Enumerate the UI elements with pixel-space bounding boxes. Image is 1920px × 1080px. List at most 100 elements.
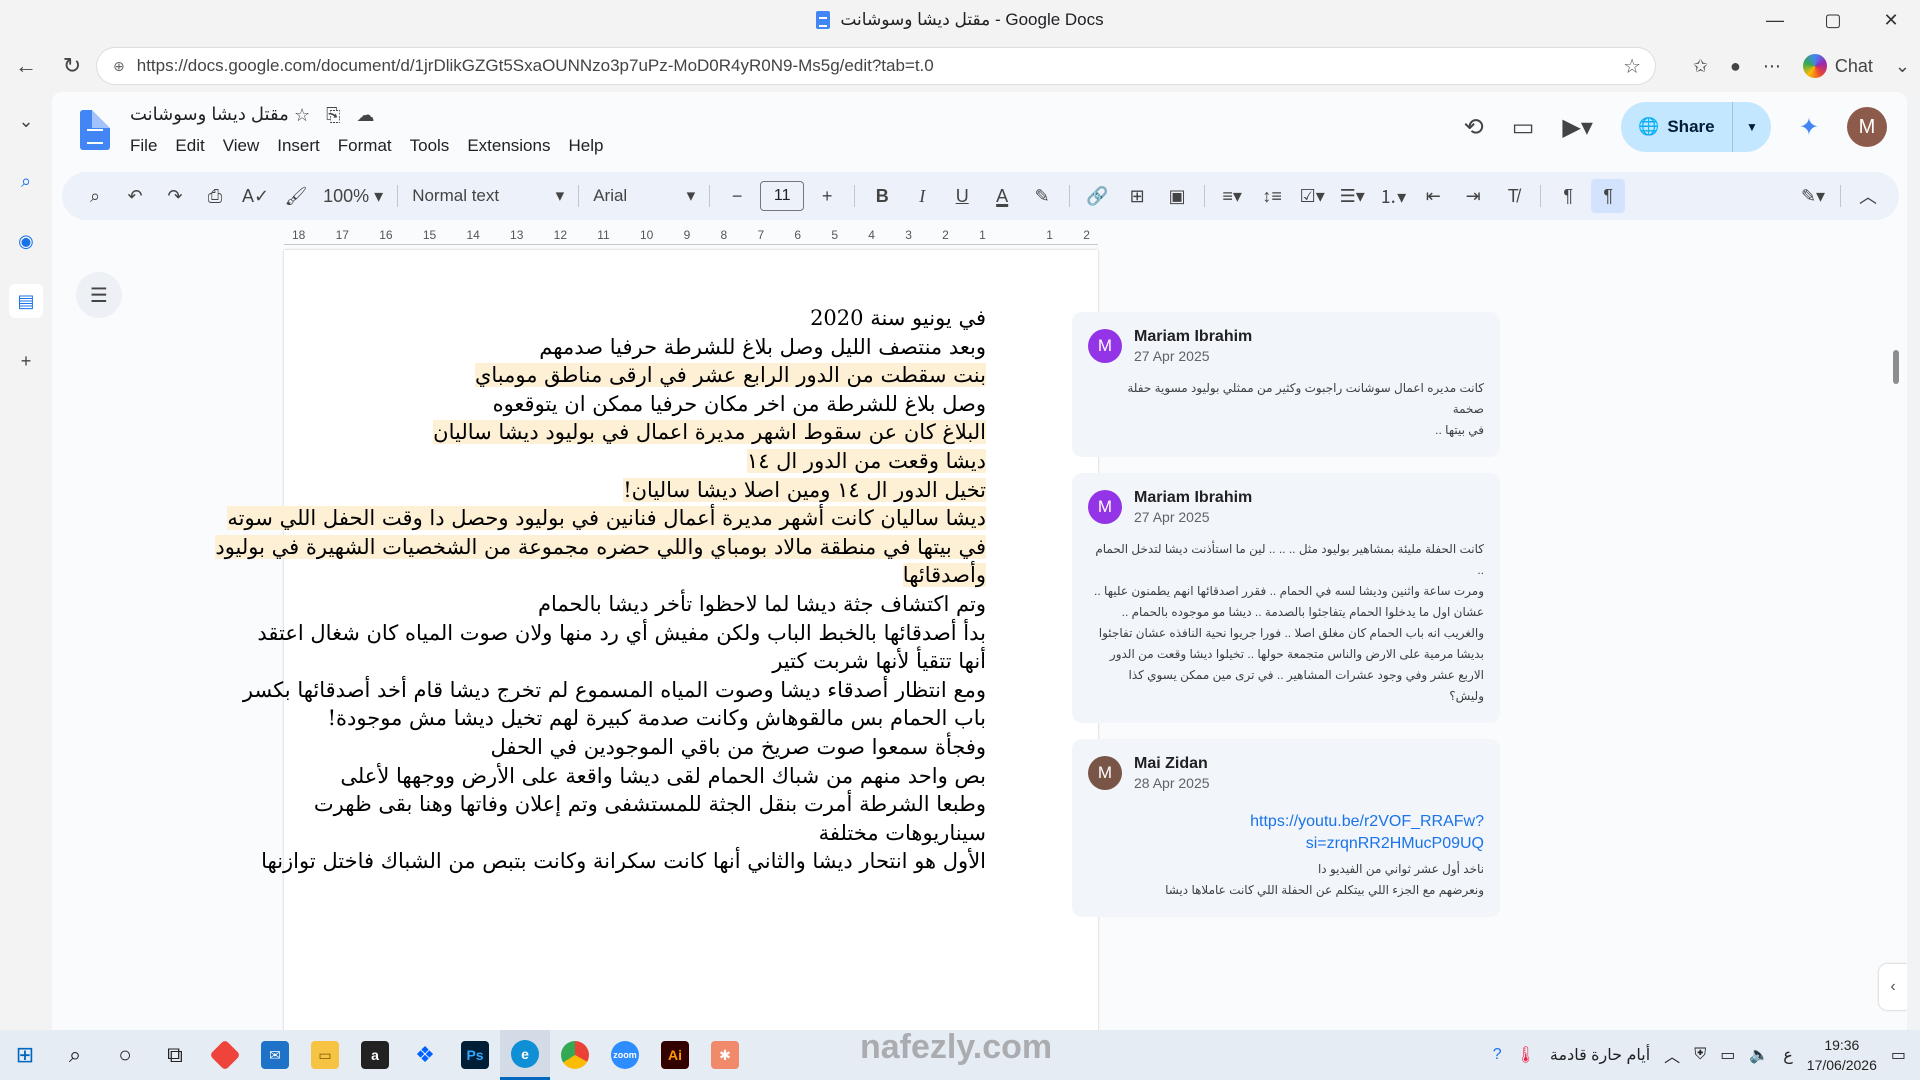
- cortana-icon[interactable]: ○: [100, 1030, 150, 1080]
- document-line[interactable]: وأصدقائها: [346, 561, 986, 590]
- history-icon[interactable]: ⟲: [1464, 113, 1484, 142]
- zoom-icon[interactable]: zoom: [600, 1030, 650, 1080]
- docs-logo-icon[interactable]: [80, 110, 110, 150]
- document-line[interactable]: باب الحمام بس مالقوهاش وكانت صدمة كبيرة …: [328, 704, 986, 733]
- comment-card[interactable]: M Mariam Ibrahim 27 Apr 2025 كانت مديره اعم…: [1072, 312, 1500, 457]
- comment-card[interactable]: M Mai Zidan 28 Apr 2025 https://youtu.be/r2…: [1072, 739, 1500, 917]
- spellcheck-icon[interactable]: A✓: [238, 179, 273, 213]
- font-select[interactable]: Arial ▾: [589, 179, 699, 213]
- document-line[interactable]: البلاغ كان عن سقوط اشهر مديرة اعمال في ب…: [346, 418, 986, 447]
- more-options-icon[interactable]: ⋯: [1763, 56, 1781, 77]
- language-indicator[interactable]: ع: [1783, 1045, 1793, 1065]
- document-page[interactable]: في يونيو سنة 2020 وبعد منتصف الليل وصل بل…: [215, 250, 1098, 1030]
- document-line[interactable]: أنها تتقيأ لأنها شربت كتير: [346, 647, 986, 676]
- document-line[interactable]: بنت سقطت من الدور الرابع عشر في ارقى منا…: [346, 361, 986, 390]
- comment-card[interactable]: M Mariam Ibrahim 27 Apr 2025 كانت الحفلة مل…: [1072, 473, 1500, 723]
- align-icon[interactable]: ≡▾: [1215, 179, 1249, 213]
- document-line[interactable]: وصل بلاغ للشرطة من اخر مكان حرفيا ممكن ا…: [346, 390, 986, 419]
- search-menus-icon[interactable]: ⌕: [78, 179, 112, 213]
- file-explorer-icon[interactable]: ▭: [300, 1030, 350, 1080]
- add-icon[interactable]: +: [9, 344, 43, 378]
- document-line[interactable]: وفجأة سمعوا صوت صريخ من باقي الموجودين ف…: [346, 733, 986, 762]
- site-info-icon[interactable]: ⊕: [113, 58, 125, 75]
- menu-format[interactable]: Format: [338, 136, 392, 156]
- redo-icon[interactable]: ↷: [158, 179, 192, 213]
- undo-icon[interactable]: ↶: [118, 179, 152, 213]
- document-line[interactable]: تخيل الدور ال ١٤ ومين اصلا ديشا ساليان!: [346, 476, 986, 505]
- docs-side-icon[interactable]: ▤: [9, 284, 43, 318]
- collapse-toolbar-icon[interactable]: ︿: [1851, 179, 1885, 213]
- anydesk-icon[interactable]: [200, 1030, 250, 1080]
- highlight-icon[interactable]: ✎: [1025, 179, 1059, 213]
- menu-insert[interactable]: Insert: [277, 136, 320, 156]
- menu-edit[interactable]: Edit: [175, 136, 204, 156]
- reload-button[interactable]: ↻: [52, 46, 92, 86]
- favorites-icon[interactable]: ✩: [1693, 56, 1708, 77]
- zoom-select[interactable]: 100% ▾: [319, 179, 387, 213]
- dropbox-icon[interactable]: ❖: [400, 1030, 450, 1080]
- text-color-icon[interactable]: A: [985, 179, 1019, 213]
- app-icon[interactable]: ✱: [700, 1030, 750, 1080]
- volume-icon[interactable]: 🔈: [1749, 1045, 1769, 1065]
- style-select[interactable]: Normal text ▾: [408, 179, 568, 213]
- document-body[interactable]: في يونيو سنة 2020 وبعد منتصف الليل وصل بل…: [215, 304, 986, 876]
- editing-mode-icon[interactable]: ✎▾: [1796, 179, 1830, 213]
- meet-icon[interactable]: ▶▾: [1562, 113, 1593, 142]
- comments-icon[interactable]: ▭: [1512, 113, 1535, 142]
- print-icon[interactable]: ⎙: [198, 179, 232, 213]
- document-line[interactable]: في يونيو سنة 2020: [346, 304, 986, 333]
- maximize-button[interactable]: ▢: [1804, 0, 1862, 40]
- share-button[interactable]: 🌐 Share ▼: [1620, 102, 1771, 152]
- favorite-star-icon[interactable]: ☆: [1623, 54, 1641, 79]
- share-main[interactable]: 🌐 Share: [1621, 102, 1733, 152]
- document-line[interactable]: ديشا وقعت من الدور ال ١٤: [346, 447, 986, 476]
- share-dropdown-icon[interactable]: ▼: [1733, 120, 1771, 134]
- address-bar[interactable]: ⊕ https://docs.google.com/document/d/1jr…: [96, 47, 1656, 85]
- amazon-icon[interactable]: a: [350, 1030, 400, 1080]
- document-line[interactable]: الأول هو انتحار ديشا والثاني أنها كانت س…: [261, 847, 986, 876]
- menu-view[interactable]: View: [223, 136, 260, 156]
- font-size-input[interactable]: 11: [760, 181, 805, 211]
- copilot-chat-button[interactable]: Chat: [1802, 54, 1873, 78]
- cloud-status-icon[interactable]: ☁: [357, 105, 375, 126]
- menu-help[interactable]: Help: [568, 136, 603, 156]
- image-icon[interactable]: ▣: [1160, 179, 1194, 213]
- clear-formatting-icon[interactable]: T̸: [1496, 179, 1530, 213]
- side-panel-toggle-icon[interactable]: ‹: [1879, 964, 1907, 1010]
- comment-link[interactable]: https://youtu.be/r2VOF_RRAFw? si=zrqnRR2H…: [1088, 811, 1484, 855]
- copilot-side-icon[interactable]: ◉: [9, 224, 43, 258]
- edge-icon[interactable]: e: [500, 1030, 550, 1080]
- document-line[interactable]: بدأ أصدقائها بالخبط الباب ولكن مفيش أي ر…: [257, 619, 986, 648]
- search-icon[interactable]: ⌕: [9, 164, 43, 198]
- document-outline-icon[interactable]: ☰: [76, 272, 122, 318]
- rtl-icon[interactable]: ¶: [1591, 179, 1626, 213]
- back-button[interactable]: ←: [6, 46, 46, 86]
- document-title[interactable]: مقتل ديشا وسوشانت: [130, 104, 289, 125]
- battery-icon[interactable]: ▭: [1720, 1045, 1735, 1065]
- paint-format-icon[interactable]: 🖌: [279, 179, 313, 213]
- document-line[interactable]: بص واحد منهم من شباك الحمام لقى ديشا واق…: [340, 762, 986, 791]
- menu-tools[interactable]: Tools: [410, 136, 450, 156]
- bulleted-list-icon[interactable]: ☰▾: [1335, 179, 1369, 213]
- document-line[interactable]: وبعد منتصف الليل وصل بلاغ للشرطة حرفيا ص…: [346, 333, 986, 362]
- line-spacing-icon[interactable]: ↕≡: [1255, 179, 1289, 213]
- menu-file[interactable]: File: [130, 136, 157, 156]
- gemini-icon[interactable]: ✦: [1799, 113, 1819, 142]
- search-icon[interactable]: ⌕: [50, 1030, 100, 1080]
- profile-icon[interactable]: ●: [1730, 56, 1741, 77]
- link-icon[interactable]: 🔗: [1080, 179, 1114, 213]
- security-icon[interactable]: ⛨: [1694, 1046, 1706, 1064]
- task-view-icon[interactable]: ⧉: [150, 1030, 200, 1080]
- notifications-icon[interactable]: ▭: [1891, 1045, 1906, 1065]
- weather-text[interactable]: أيام حارة قادمة: [1550, 1045, 1650, 1065]
- decrease-font-icon[interactable]: −: [720, 179, 754, 213]
- document-line[interactable]: وطبعا الشرطة أمرت بنقل الجثة للمستشفى وت…: [314, 790, 986, 819]
- document-line[interactable]: ومع انتظار أصدقاء ديشا وصوت المياه المسم…: [243, 676, 986, 705]
- add-comment-icon[interactable]: ⊞: [1120, 179, 1154, 213]
- decrease-indent-icon[interactable]: ⇤: [1416, 179, 1450, 213]
- italic-icon[interactable]: I: [905, 179, 939, 213]
- mail-icon[interactable]: ✉: [250, 1030, 300, 1080]
- illustrator-icon[interactable]: Ai: [650, 1030, 700, 1080]
- close-button[interactable]: ✕: [1862, 0, 1920, 40]
- underline-icon[interactable]: U: [945, 179, 979, 213]
